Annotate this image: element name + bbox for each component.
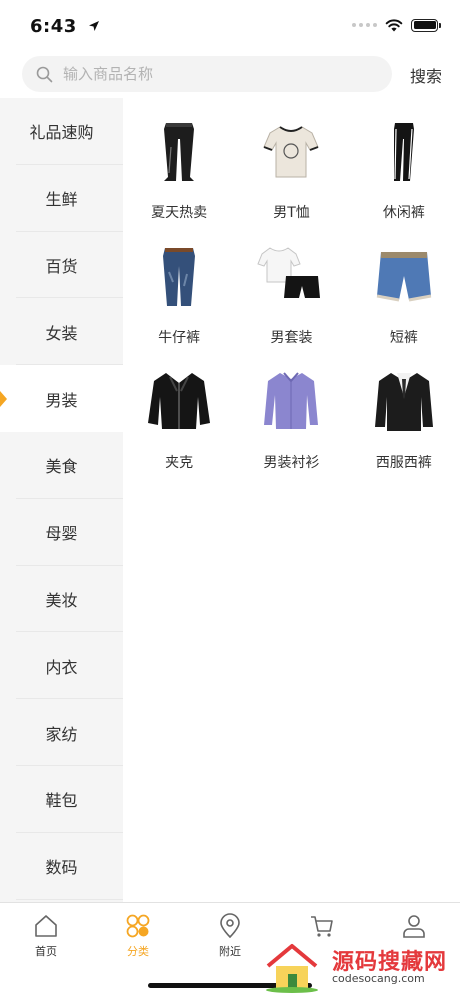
product-label: 男T恤 — [273, 205, 310, 221]
product-item[interactable]: 西服西裤 — [348, 348, 460, 473]
sidebar-item-beauty[interactable]: 美妆 — [0, 566, 123, 633]
denim-shorts-icon — [376, 252, 432, 302]
product-item[interactable]: 夏天热卖 — [123, 98, 235, 223]
leather-jacket-icon — [148, 373, 211, 429]
tshirt-shorts-set-icon — [257, 247, 321, 298]
product-label: 西服西裤 — [375, 455, 432, 471]
home-icon — [35, 915, 57, 937]
wifi-icon — [385, 19, 403, 32]
suit-icon — [374, 373, 433, 431]
product-label: 男套装 — [270, 330, 313, 346]
tab-label: 附近 — [219, 945, 241, 958]
sidebar-item-food[interactable]: 美食 — [0, 432, 123, 499]
location-icon — [220, 913, 240, 939]
sidebar-item-bags-shoes[interactable]: 鞋包 — [0, 766, 123, 833]
search-button[interactable]: 搜索 — [410, 63, 442, 87]
signal-icon — [352, 23, 377, 27]
product-label: 夹克 — [165, 455, 194, 471]
cart-icon — [311, 916, 333, 937]
sidebar-item-label: 家纺 — [45, 724, 78, 744]
product-item[interactable]: 男T恤 — [235, 98, 347, 223]
sidebar-item-label: 男装 — [45, 390, 78, 410]
active-indicator — [0, 390, 7, 407]
status-icons — [352, 18, 441, 32]
sidebar-item-label: 礼品速购 — [29, 123, 94, 143]
product-label: 夏天热卖 — [151, 205, 208, 221]
sweatpants-icon — [164, 123, 195, 181]
status-time: 6:43 — [30, 16, 77, 37]
sidebar-item-label: 内衣 — [45, 657, 78, 677]
product-item[interactable]: 休闲裤 — [348, 98, 460, 223]
sidebar-item-gifts[interactable]: 礼品速购 — [0, 98, 123, 165]
product-item[interactable]: 男装衬衫 — [235, 348, 347, 473]
product-grid: 夏天热卖 男T恤 休闲裤 牛仔裤 男套装 短裤 夹克 男装衬衫 西服西裤 — [123, 98, 460, 473]
sidebar-item-digital[interactable]: 数码 — [0, 833, 123, 900]
search-row: 搜索 — [0, 56, 460, 92]
sidebar-item-label: 美妆 — [45, 590, 78, 610]
status-bar: 6:43 — [0, 0, 460, 52]
category-icon — [126, 914, 150, 938]
sidebar-item-baby[interactable]: 母婴 — [0, 499, 123, 566]
product-label: 短裤 — [389, 330, 418, 346]
tab-label: 首页 — [35, 945, 57, 958]
search-input[interactable] — [63, 65, 363, 83]
watermark-url: codesocang.com — [332, 972, 425, 985]
jeans-icon — [163, 248, 196, 306]
search-icon — [36, 66, 53, 82]
sidebar-item-label: 母婴 — [45, 524, 78, 544]
tshirt-icon — [263, 126, 320, 178]
house-logo-icon — [266, 944, 318, 993]
product-item[interactable]: 牛仔裤 — [123, 223, 235, 348]
sidebar-item-label: 生鲜 — [45, 190, 78, 210]
sidebar-item-womens[interactable]: 女装 — [0, 298, 123, 365]
product-item[interactable]: 男套装 — [235, 223, 347, 348]
battery-icon — [411, 18, 441, 32]
product-label: 男装衬衫 — [263, 455, 320, 471]
product-item[interactable]: 夹克 — [123, 348, 235, 473]
product-label: 休闲裤 — [382, 205, 425, 221]
category-sidebar: 礼品速购 生鲜 百货 女装 男装 美食 母婴 美妆 内衣 家纺 鞋包 数码 — [0, 98, 123, 902]
watermark: 源码搜藏网 codesocang.com — [262, 940, 458, 994]
track-pants-icon — [393, 123, 414, 181]
tab-home[interactable]: 首页 — [0, 903, 92, 996]
product-item[interactable]: 短裤 — [348, 223, 460, 348]
sidebar-item-fresh[interactable]: 生鲜 — [0, 165, 123, 232]
sidebar-item-label: 百货 — [45, 256, 78, 276]
tab-label: 分类 — [127, 945, 149, 958]
search-box[interactable] — [22, 56, 392, 92]
user-icon — [403, 915, 425, 938]
sidebar-item-label: 美食 — [45, 457, 78, 477]
sidebar-item-label: 女装 — [45, 323, 78, 343]
sidebar-item-underwear[interactable]: 内衣 — [0, 632, 123, 699]
dress-shirt-icon — [264, 372, 319, 429]
sidebar-item-label: 数码 — [45, 858, 78, 878]
location-arrow-icon — [89, 21, 99, 31]
sidebar-item-home-textile[interactable]: 家纺 — [0, 699, 123, 766]
product-label: 牛仔裤 — [158, 330, 201, 346]
sidebar-item-mens[interactable]: 男装 — [0, 365, 123, 432]
sidebar-item-general[interactable]: 百货 — [0, 232, 123, 299]
sidebar-item-label: 鞋包 — [45, 791, 78, 811]
